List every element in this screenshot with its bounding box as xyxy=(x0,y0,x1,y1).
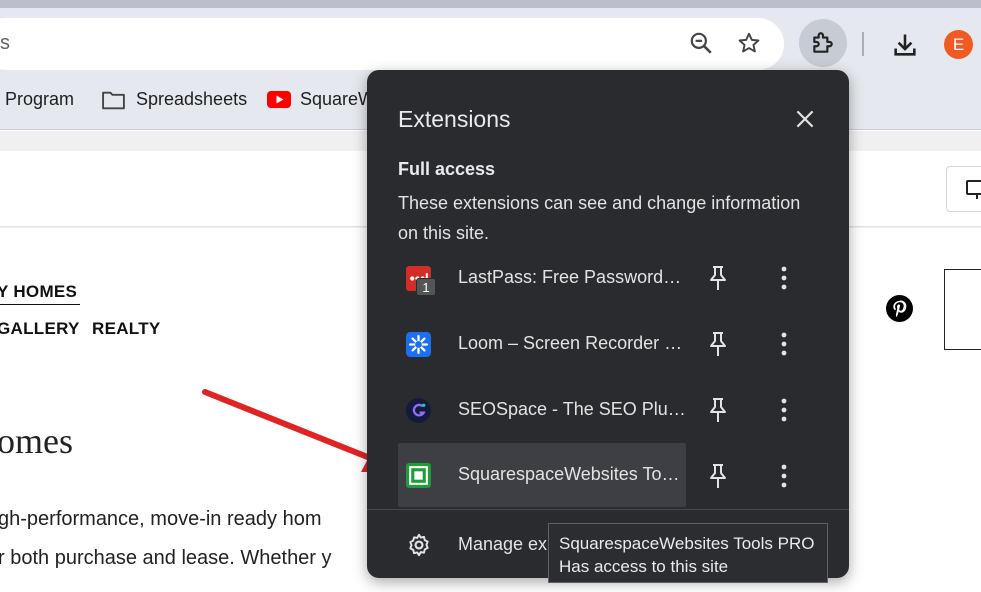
more-options-icon[interactable] xyxy=(775,396,793,424)
youtube-icon xyxy=(267,91,291,108)
extension-row-loom[interactable]: Loom – Screen Recorder &... xyxy=(398,312,686,376)
section-title: Full access xyxy=(398,159,496,179)
nav-link-homes[interactable]: Y HOMES xyxy=(0,282,77,302)
extensions-puzzle-icon xyxy=(813,32,833,53)
pin-icon[interactable] xyxy=(705,396,731,424)
squarespacewebsites-icon xyxy=(406,463,431,488)
address-bar-text[interactable]: s xyxy=(0,32,10,55)
tooltip-line-1: SquarespaceWebsites Tools PRO xyxy=(559,534,815,553)
zoom-icon[interactable] xyxy=(688,30,714,56)
lastpass-badge: 1 xyxy=(416,278,436,296)
nav-link-realty[interactable]: REALTY xyxy=(92,319,161,339)
page-heading: omes xyxy=(0,421,73,461)
bookmark-program[interactable]: Program xyxy=(5,89,74,110)
monitor-icon xyxy=(966,180,981,199)
body-text-line-2: r both purchase and lease. Whether y xyxy=(0,547,332,569)
seospace-icon xyxy=(406,398,431,423)
download-icon[interactable] xyxy=(891,31,919,59)
more-options-icon[interactable] xyxy=(775,462,793,490)
section-description: These extensions can see and change info… xyxy=(398,193,801,243)
pinterest-icon[interactable] xyxy=(886,295,913,322)
extension-name[interactable]: Loom – Screen Recorder &... xyxy=(458,333,686,354)
loom-icon xyxy=(406,332,431,357)
extension-name[interactable]: SquarespaceWebsites Tool... xyxy=(458,464,686,485)
extension-name[interactable]: SEOSpace - The SEO Plugi... xyxy=(458,399,686,420)
side-panel-box[interactable] xyxy=(944,269,981,350)
profile-avatar[interactable]: E xyxy=(944,30,973,59)
more-options-icon[interactable] xyxy=(775,330,793,358)
address-bar[interactable]: s xyxy=(0,18,784,70)
extensions-button[interactable] xyxy=(799,19,847,67)
extension-name[interactable]: LastPass: Free Password M... xyxy=(458,267,686,288)
more-options-icon[interactable] xyxy=(775,264,793,292)
bookmark-squarew[interactable]: SquareW xyxy=(300,89,375,110)
manage-extensions-label[interactable]: Manage ex xyxy=(458,534,547,555)
folder-icon xyxy=(102,91,125,110)
extension-tooltip: SquarespaceWebsites Tools PRO Has access… xyxy=(548,523,828,583)
star-icon[interactable] xyxy=(736,30,762,56)
header-button[interactable] xyxy=(946,166,981,212)
pin-icon[interactable] xyxy=(705,462,731,490)
pin-icon[interactable] xyxy=(705,330,731,358)
body-text-line-1: gh-performance, move-in ready hom xyxy=(0,508,322,530)
popup-title: Extensions xyxy=(398,106,511,132)
popup-divider xyxy=(367,509,849,510)
extensions-popup: Extensions Full access These extensions … xyxy=(367,70,849,578)
extension-row-seospace[interactable]: SEOSpace - The SEO Plugi... xyxy=(398,378,686,442)
gear-icon xyxy=(409,533,429,557)
toolbar-separator xyxy=(862,32,864,56)
tooltip-line-2: Has access to this site xyxy=(559,557,729,576)
extension-row-squarespacewebsites[interactable]: SquarespaceWebsites Tool... xyxy=(398,443,686,507)
window-top-strip xyxy=(0,0,981,8)
extension-row-lastpass[interactable]: 1 LastPass: Free Password M... xyxy=(398,246,686,310)
nav-link-gallery[interactable]: GALLERY xyxy=(0,319,80,339)
nav-underline xyxy=(0,304,80,305)
bookmark-spreadsheets[interactable]: Spreadsheets xyxy=(136,89,247,110)
close-icon[interactable] xyxy=(792,106,818,132)
pin-icon[interactable] xyxy=(705,264,731,292)
